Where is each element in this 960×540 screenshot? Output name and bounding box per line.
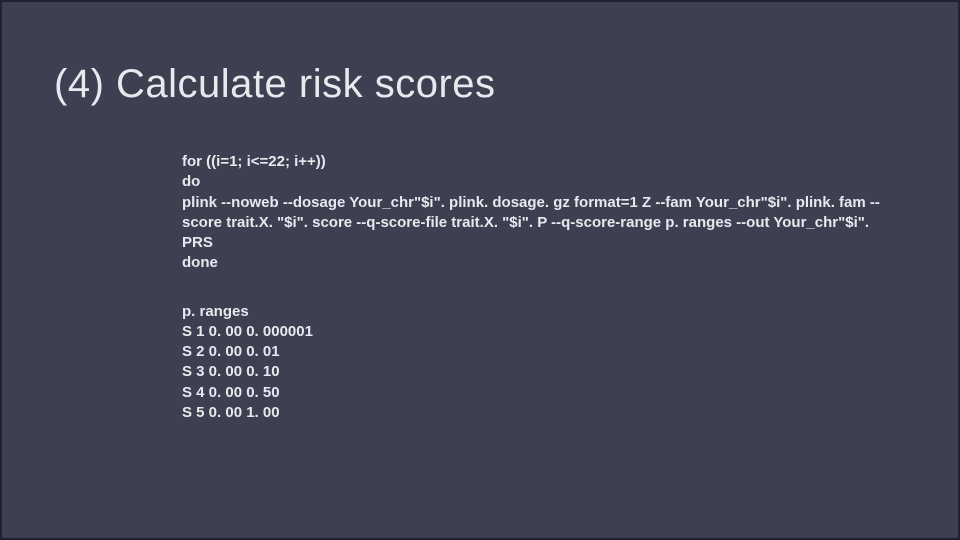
ranges-row: S 3 0. 00 0. 10 <box>182 362 882 382</box>
slide: (4) Calculate risk scores for ((i=1; i<=… <box>0 0 960 540</box>
code-line: do <box>182 172 882 192</box>
ranges-row: S 5 0. 00 1. 00 <box>182 403 882 423</box>
ranges-block: p. ranges S 1 0. 00 0. 000001 S 2 0. 00 … <box>182 302 882 424</box>
slide-title: (4) Calculate risk scores <box>54 62 496 107</box>
code-line: for ((i=1; i<=22; i++)) <box>182 152 882 172</box>
ranges-row: S 2 0. 00 0. 01 <box>182 342 882 362</box>
slide-body: for ((i=1; i<=22; i++)) do plink --noweb… <box>182 152 882 423</box>
ranges-header: p. ranges <box>182 302 882 322</box>
code-line: plink --noweb --dosage Your_chr"$i". pli… <box>182 193 882 254</box>
ranges-row: S 4 0. 00 0. 50 <box>182 383 882 403</box>
ranges-row: S 1 0. 00 0. 000001 <box>182 322 882 342</box>
code-line: done <box>182 253 882 273</box>
code-block: for ((i=1; i<=22; i++)) do plink --noweb… <box>182 152 882 274</box>
